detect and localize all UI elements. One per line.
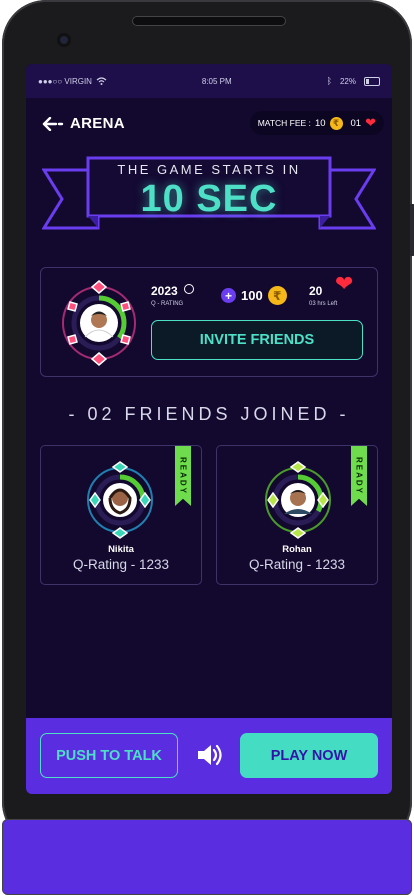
front-camera: [57, 33, 71, 47]
player-rating: 2023 Q - RATING: [151, 282, 195, 307]
friend-name: Rohan: [282, 544, 312, 555]
top-bar: ARENA MATCH FEE : 10 ₹ 01 ❤: [26, 98, 392, 152]
speaker-volume-icon[interactable]: [196, 742, 224, 768]
rating-value: 2023: [151, 284, 178, 298]
bottom-speaker: [2, 819, 412, 895]
carrier-label: ●●●○○ VIRGIN: [38, 76, 92, 86]
friend-avatar-ring: [265, 461, 331, 539]
lives-value: 20: [309, 284, 323, 298]
game-start-label: THE GAME STARTS IN: [117, 162, 301, 177]
friend-rating: Q-Rating - 1233: [72, 557, 170, 572]
push-to-talk-button[interactable]: PUSH TO TALK: [40, 733, 178, 778]
friend-card: READY Nikita Q-Rating - 1233: [40, 445, 202, 585]
carrier-info: ●●●○○ VIRGIN: [38, 77, 107, 86]
status-right: ᛒ 22%: [327, 76, 380, 86]
rating-label: Q - RATING: [151, 301, 184, 307]
match-fee-lives: 01: [350, 117, 362, 129]
bottom-action-bar: PUSH TO TALK PLAY NOW: [26, 718, 392, 794]
coins-value: 100: [241, 288, 263, 303]
player-lives: 20 ❤ 03 hrs Left: [309, 273, 353, 308]
battery-label: 22%: [339, 76, 356, 86]
player-coins: + 100 ₹: [221, 286, 287, 305]
rupee-coin-icon: ₹: [267, 286, 287, 305]
page-title: ARENA: [70, 115, 125, 132]
battery-icon: [363, 76, 380, 86]
back-button[interactable]: ARENA: [42, 115, 125, 132]
countdown-timer: 10 SEC: [140, 178, 278, 220]
match-fee-coins: 10: [314, 117, 326, 129]
status-bar: ●●●○○ VIRGIN 8:05 PM ᛒ 22%: [26, 64, 392, 98]
friend-card: READY Rohan Q-Rating - 1233: [216, 445, 378, 585]
lives-timer-label: 03 hrs Left: [309, 301, 338, 307]
ready-tag: READY: [351, 446, 367, 506]
play-now-button[interactable]: PLAY NOW: [240, 733, 378, 778]
friends-joined-heading: - 02 FRIENDS JOINED -: [68, 404, 350, 424]
bluetooth-icon: ᛒ: [326, 76, 332, 86]
player-card: 2023 Q - RATING + 100 ₹ 20 ❤ 03 hrs Left…: [40, 267, 378, 377]
rupee-coin-icon: ₹: [329, 116, 343, 130]
friend-name: Nikita: [108, 544, 134, 555]
heart-icon: ❤: [365, 115, 376, 130]
app-screen: ●●●○○ VIRGIN 8:05 PM ᛒ 22% ARENA MATCH F…: [26, 64, 392, 794]
friend-avatar-ring: [87, 461, 153, 539]
wifi-icon: [96, 77, 107, 85]
back-arrow-icon: [42, 116, 64, 131]
clock-icon: [184, 284, 195, 294]
player-avatar-ring: [62, 280, 136, 366]
invite-friends-button[interactable]: INVITE FRIENDS: [151, 320, 363, 360]
heart-icon: ❤: [335, 271, 354, 296]
earpiece-speaker: [132, 16, 286, 26]
friend-rating: Q-Rating - 1233: [248, 557, 346, 572]
ready-tag: READY: [175, 446, 191, 506]
add-coins-icon[interactable]: +: [221, 288, 236, 303]
match-fee-label: MATCH FEE :: [257, 118, 311, 128]
match-fee-badge: MATCH FEE : 10 ₹ 01 ❤: [249, 111, 384, 135]
phone-frame: ●●●○○ VIRGIN 8:05 PM ᛒ 22% ARENA MATCH F…: [2, 0, 414, 895]
power-button: [410, 204, 414, 256]
clock: 8:05 PM: [201, 76, 232, 86]
